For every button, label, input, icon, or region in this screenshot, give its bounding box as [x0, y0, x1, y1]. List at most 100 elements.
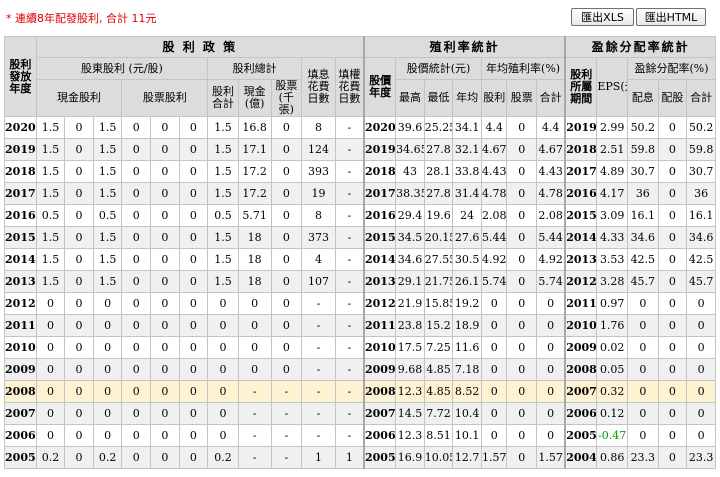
cash-earn-cell: 1.5: [35, 116, 66, 139]
fill-div-days-cell: 19: [301, 182, 336, 205]
price-low-cell: 21.75: [423, 270, 454, 293]
eps-cell: 1.76: [596, 314, 628, 337]
fill-right-days-cell: -: [334, 160, 365, 183]
cash-reserve-cell: 0: [64, 270, 94, 293]
cash-total-cell: 17.1: [237, 138, 272, 161]
div-total-cell: 0: [207, 402, 239, 425]
eps-cell: 0.12: [596, 402, 628, 425]
fill-div-days-cell: 373: [301, 226, 336, 249]
fill-div-days-cell: -: [301, 402, 336, 425]
cash-reserve-cell: 0: [64, 248, 94, 271]
eps-cell: 3.28: [596, 270, 628, 293]
dividend-table-body: 20201.501.50001.516.808-202039.625.2534.…: [4, 116, 716, 469]
belong-period-header: 股利所屬期間: [564, 57, 598, 117]
price-year-cell: 2011: [363, 314, 397, 337]
avg-header: 年均: [452, 79, 482, 117]
stock-total-cell: 0: [270, 248, 303, 271]
stock-reserve-cell: 0: [150, 380, 180, 403]
price-low-cell: 4.85: [423, 380, 454, 403]
payout-sum-cell: 16.1: [686, 204, 716, 227]
yield-stock-cell: 0: [506, 226, 538, 249]
yield-sum-cell: 0: [536, 336, 566, 359]
yield-stock-cell: 0: [506, 182, 538, 205]
div-year-cell: 2015: [4, 226, 37, 249]
belong-period-cell: 2015: [564, 204, 598, 227]
stock-total-cell: 0: [270, 182, 303, 205]
cash-sum-cell: 0.2: [92, 446, 123, 469]
eps-cell: 3.53: [596, 248, 628, 271]
payout-div-cell: 36: [627, 182, 659, 205]
fill-div-days-cell: 1: [301, 446, 336, 469]
export-html-button[interactable]: 匯出HTML: [636, 8, 706, 26]
stock-reserve-cell: 0: [150, 226, 180, 249]
export-xls-button[interactable]: 匯出XLS: [571, 8, 634, 26]
cash-earn-cell: 0: [35, 358, 66, 381]
cash-sum-cell: 1.5: [92, 182, 123, 205]
table-row: 20171.501.50001.517.2019-201738.3527.831…: [4, 182, 716, 205]
cash-total-cell: 0: [237, 314, 272, 337]
price-low-cell: 27.8: [423, 182, 454, 205]
stock-earn-cell: 0: [121, 314, 152, 337]
div-total-cell: 1.5: [207, 138, 239, 161]
cash-sum-cell: 0: [92, 336, 123, 359]
div-total-cell: 0.2: [207, 446, 239, 469]
yield-div-cell: 5.44: [480, 226, 508, 249]
cash-sum-cell: 1.5: [92, 226, 123, 249]
cash-total-cell: 17.2: [237, 182, 272, 205]
payout-stock-cell: 0: [657, 138, 688, 161]
fill-div-days-cell: 124: [301, 138, 336, 161]
price-low-cell: 25.25: [423, 116, 454, 139]
price-year-cell: 2017: [363, 182, 397, 205]
cash-sum-cell: 0: [92, 402, 123, 425]
price-stats-header: 股價統計(元): [395, 57, 482, 80]
table-row: 20201.501.50001.516.808-202039.625.2534.…: [4, 116, 716, 139]
price-low-cell: 7.72: [423, 402, 454, 425]
yield-sum-cell: 0: [536, 292, 566, 315]
price-high-cell: 29.1: [395, 270, 425, 293]
cash-reserve-cell: 0: [64, 182, 94, 205]
eps-cell: 0.02: [596, 336, 628, 359]
price-high-cell: 9.68: [395, 358, 425, 381]
price-high-cell: 12.3: [395, 424, 425, 447]
cash-total-cell: 17.2: [237, 160, 272, 183]
price-low-cell: 8.51: [423, 424, 454, 447]
cash-earn-cell: 1.5: [35, 138, 66, 161]
payout-sum-cell: 0: [686, 314, 716, 337]
cash-sum-cell: 0: [92, 292, 123, 315]
fill-div-days-cell: -: [301, 292, 336, 315]
avg-yield-header: 年均殖利率(%): [480, 57, 566, 80]
fill-div-days-cell: -: [301, 424, 336, 447]
stock-reserve-cell: 0: [150, 248, 180, 271]
price-year-cell: 2006: [363, 424, 397, 447]
cash-reserve-cell: 0: [64, 204, 94, 227]
cash-sum-cell: 0: [92, 424, 123, 447]
fill-right-days-cell: -: [334, 138, 365, 161]
fill-right-days-cell: -: [334, 116, 365, 139]
yield-sum-cell: 4.78: [536, 182, 566, 205]
stock-total-cell: -: [270, 446, 303, 469]
yield-div-cell: 4.92: [480, 248, 508, 271]
fill-right-days-cell: -: [334, 248, 365, 271]
cash-reserve-cell: 0: [64, 138, 94, 161]
stock-earn-cell: 0: [121, 424, 152, 447]
yield-stock-cell: 0: [506, 314, 538, 337]
stock-earn-cell: 0: [121, 402, 152, 425]
eps-cell: 0.97: [596, 292, 628, 315]
cash-total-cell: 16.8: [237, 116, 272, 139]
cash-div-header: 現金股利: [35, 79, 123, 117]
price-low-cell: 27.8: [423, 138, 454, 161]
payout-stock-cell: 0: [657, 160, 688, 183]
div-year-cell: 2008: [4, 380, 37, 403]
stock-sum-cell: 0: [178, 292, 209, 315]
yield-div-cell: 4.4: [480, 116, 508, 139]
dividend-summary-note: * 連續8年配發股利, 合計 11元: [6, 12, 157, 25]
div-total-cell: 0: [207, 380, 239, 403]
yield-div-cell: 0: [480, 336, 508, 359]
price-year-cell: 2020: [363, 116, 397, 139]
yield-stock-cell: 0: [506, 138, 538, 161]
cash-sum-cell: 1.5: [92, 116, 123, 139]
yield-div-cell: 0: [480, 358, 508, 381]
table-row: 2016 0.5 0 0.5 0 0 0 0.5 5.71 0 8-2016 29.4 19.6 24 2.…: [4, 204, 716, 227]
yield-div-cell: 4.43: [480, 160, 508, 183]
table-row: 20141.501.50001.51804-201434.627.5530.54…: [4, 248, 716, 271]
